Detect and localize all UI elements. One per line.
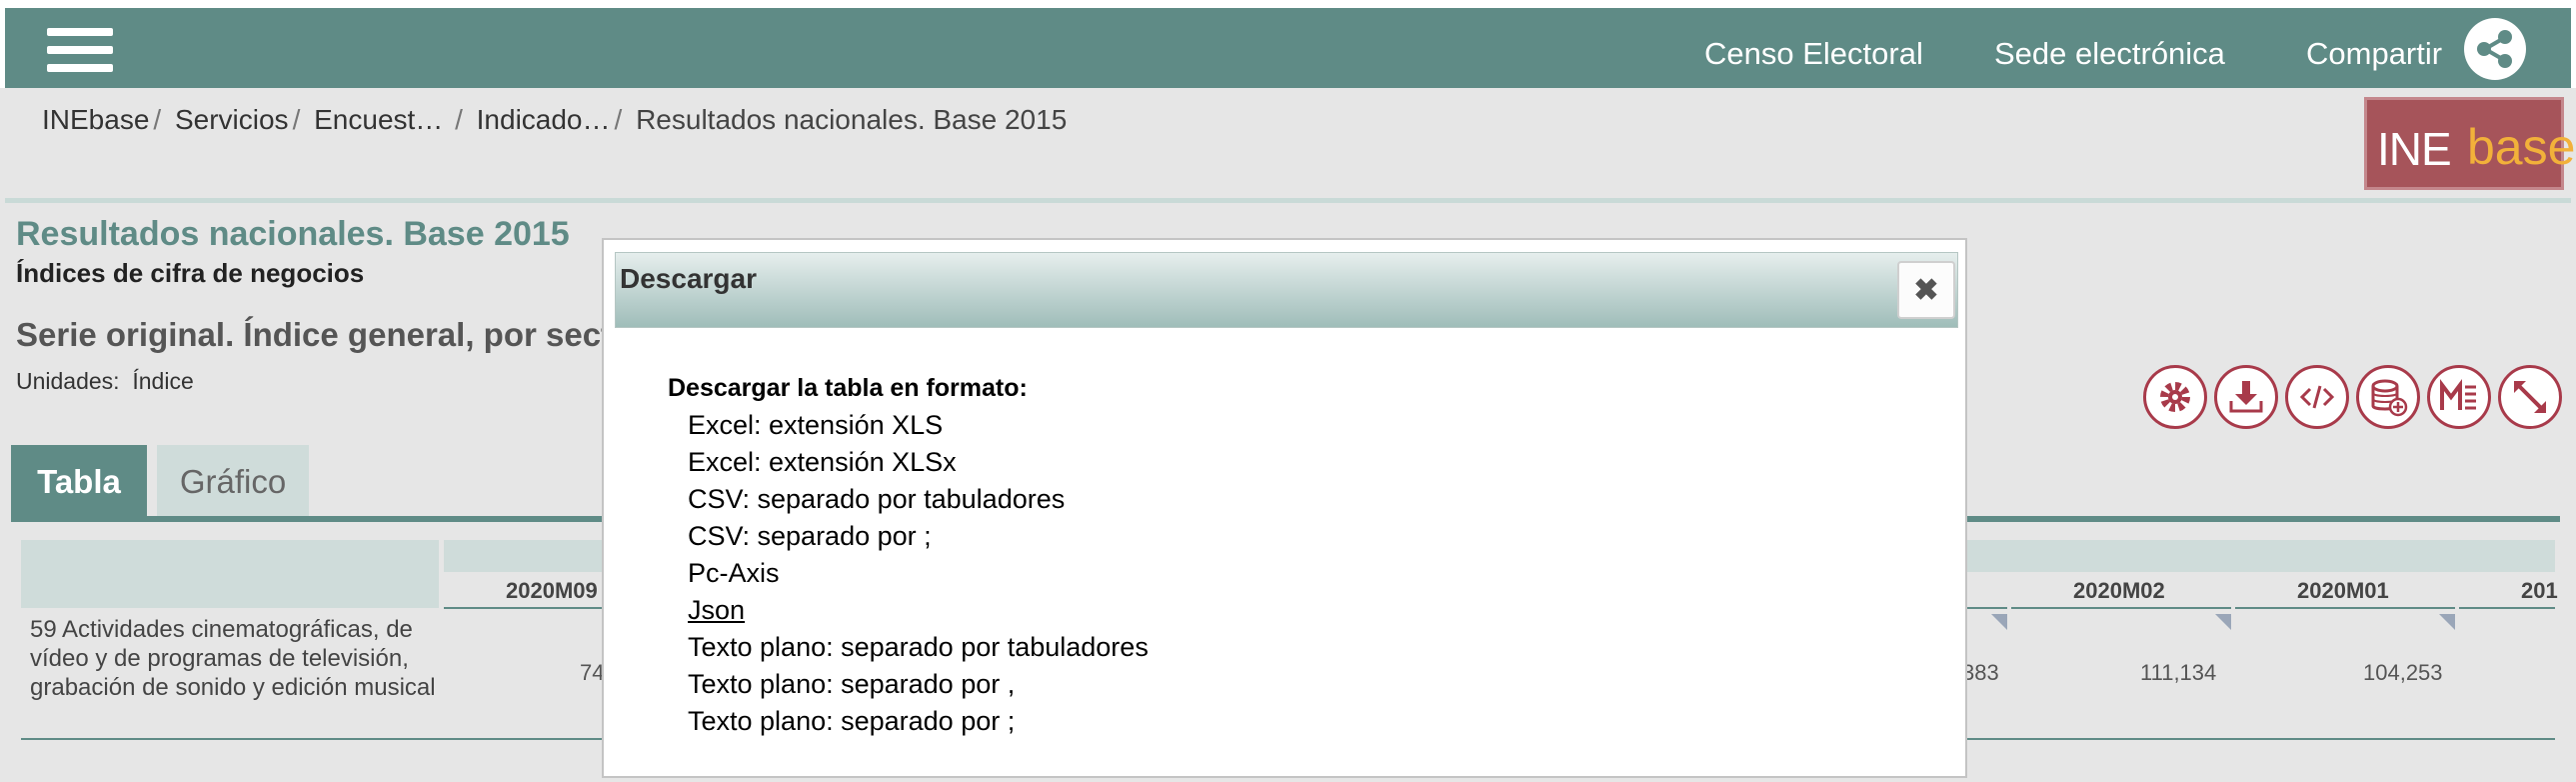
expand-icon[interactable] [2498,365,2562,429]
units-line: Unidades: Índice [16,368,194,395]
serie-title: Serie original. Índice general, por sect… [16,316,633,353]
column-header[interactable]: 2020M09 [506,578,598,604]
cell-marker-icon [2439,614,2455,630]
format-option-xlsx[interactable]: Excel: extensión XLSx [688,444,1149,481]
close-button[interactable]: ✖ [1897,261,1955,319]
format-option-text-semicolon[interactable]: Texto plano: separado por ; [688,703,1149,740]
column-underline [2459,607,2555,609]
format-label: Descargar la tabla en formato: [668,374,1028,402]
download-icon[interactable] [2214,365,2278,429]
format-list: Excel: extensión XLS Excel: extensión XL… [688,407,1149,740]
top-bar: Censo Electoral Sede electrónica Compart… [5,8,2571,88]
column-underline [2235,607,2455,609]
format-option-text-tab[interactable]: Texto plano: separado por tabuladores [688,629,1149,666]
censo-electoral-link[interactable]: Censo Electoral [1704,36,1923,72]
units-value: Índice [132,368,194,394]
format-option-text-comma[interactable]: Texto plano: separado por , [688,666,1149,703]
format-option-pc-axis[interactable]: Pc-Axis [688,555,1149,592]
cell-marker-icon [1991,614,2007,630]
column-header[interactable]: 2020M01 [2297,578,2389,604]
column-header[interactable]: 2020M02 [2073,578,2165,604]
download-dialog: Descargar ✖ Descargar la tabla en format… [602,238,1967,778]
markdown-icon[interactable] [2427,365,2491,429]
table-cell: 111,134 [2140,660,2217,685]
page-subtitle: Índices de cifra de negocios [16,258,365,288]
breadcrumb: INEbase / Servicios / Encuest… / Indicado…… [42,104,1068,135]
format-option-json[interactable]: Json [688,592,1149,629]
column-underline [444,607,602,609]
table-corner-header [21,540,439,608]
tab-tabla[interactable]: Tabla [11,445,147,519]
column-underline [1967,607,2007,609]
breadcrumb-item[interactable]: INEbase [42,104,149,135]
code-icon[interactable] [2285,365,2349,429]
inebase-logo[interactable]: INE base [2364,97,2575,190]
breadcrumb-item[interactable]: Indicado… [477,104,611,135]
breadcrumb-item[interactable]: Servicios [175,104,289,135]
row-label: 59 Actividades cinematográficas, de víde… [30,616,436,701]
close-icon: ✖ [1913,274,1939,307]
dialog-header[interactable]: Descargar ✖ [615,252,1958,328]
column-header[interactable]: 201 [2521,578,2558,604]
gear-icon[interactable] [2143,365,2207,429]
dialog-title: Descargar [620,263,757,294]
share-icon[interactable] [2464,18,2526,80]
divider [5,198,2571,203]
breadcrumb-current: Resultados nacionales. Base 2015 [636,104,1068,135]
units-label: Unidades: [16,368,120,394]
page-title: Resultados nacionales. Base 2015 [16,215,570,253]
breadcrumb-item[interactable]: Encuest… [314,104,443,135]
menu-icon[interactable] [43,22,117,76]
sede-electronica-link[interactable]: Sede electrónica [1994,36,2225,72]
format-option-xls[interactable]: Excel: extensión XLS [688,407,1149,444]
table-cell: 383 [1962,660,1999,685]
compartir-link[interactable]: Compartir [2306,36,2442,72]
format-option-csv-semicolon[interactable]: CSV: separado por ; [688,518,1149,555]
format-option-csv-tab[interactable]: CSV: separado por tabuladores [688,481,1149,518]
database-add-icon[interactable] [2356,365,2420,429]
table-cell: 104,253 [2363,660,2443,685]
tab-grafico[interactable]: Gráfico [157,445,309,519]
cell-marker-icon [2215,614,2231,630]
table-cell: 74 [580,660,605,685]
column-underline [2011,607,2231,609]
